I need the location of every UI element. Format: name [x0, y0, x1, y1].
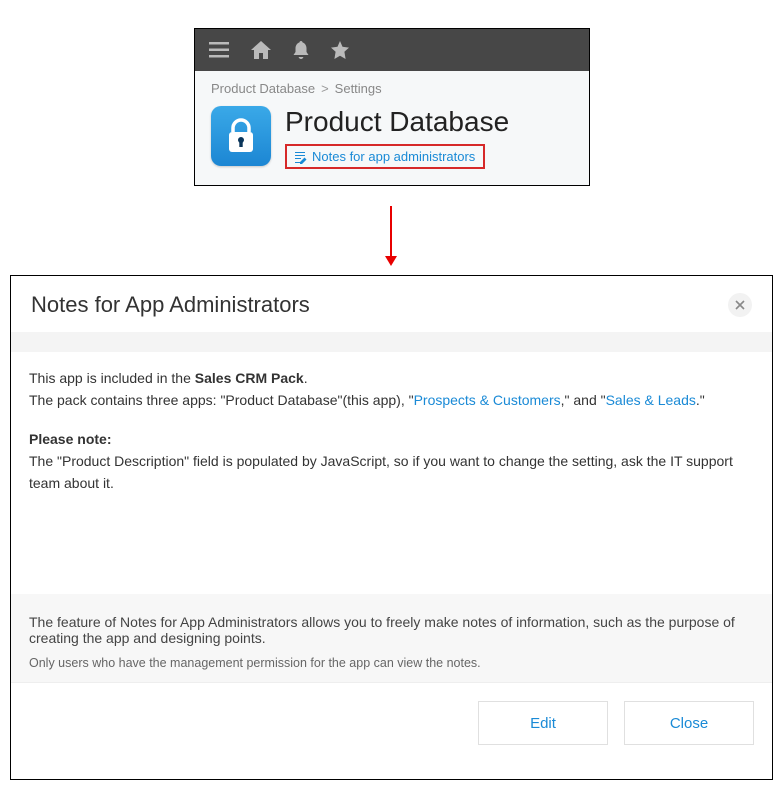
modal-footer-info: The feature of Notes for App Administrat… [11, 594, 772, 682]
settings-header-panel: Product Database > Settings Product Data… [194, 28, 590, 186]
modal-title: Notes for App Administrators [31, 292, 310, 318]
modal-actions: Edit Close [11, 682, 772, 763]
body-text: The pack contains three apps: "Product D… [29, 392, 414, 408]
bell-icon[interactable] [293, 41, 309, 59]
close-button[interactable]: Close [624, 701, 754, 745]
sales-leads-link[interactable]: Sales & Leads [606, 392, 696, 408]
menu-icon[interactable] [209, 42, 229, 58]
please-note-label: Please note: [29, 429, 754, 451]
close-icon[interactable] [728, 293, 752, 317]
home-icon[interactable] [251, 41, 271, 59]
footer-permission-note: Only users who have the management permi… [29, 656, 754, 670]
body-text: This app is included in the [29, 370, 195, 386]
modal-header: Notes for App Administrators [11, 276, 772, 332]
top-toolbar [195, 29, 589, 71]
modal-body: This app is included in the Sales CRM Pa… [11, 352, 772, 594]
body-text: ." [696, 392, 705, 408]
body-text: . [304, 370, 308, 386]
notes-modal: Notes for App Administrators This app is… [10, 275, 773, 780]
breadcrumb-item[interactable]: Settings [335, 81, 382, 96]
star-icon[interactable] [331, 41, 349, 59]
body-text-bold: Sales CRM Pack [195, 370, 304, 386]
body-text: ," and " [561, 392, 606, 408]
edit-button[interactable]: Edit [478, 701, 608, 745]
prospects-link[interactable]: Prospects & Customers [414, 392, 561, 408]
notes-link-highlight: Notes for app administrators [285, 144, 485, 169]
header-body: Product Database > Settings Product Data… [195, 71, 589, 185]
callout-arrow [390, 206, 392, 266]
please-note-body: The "Product Description" field is popul… [29, 451, 754, 494]
page-title: Product Database [285, 106, 509, 138]
footer-description: The feature of Notes for App Administrat… [29, 614, 754, 646]
app-icon [211, 106, 271, 166]
notes-for-admins-link[interactable]: Notes for app administrators [312, 149, 475, 164]
title-row: Product Database Notes for app administr… [211, 106, 573, 169]
breadcrumb-separator: > [321, 81, 329, 96]
edit-note-icon [293, 150, 307, 164]
breadcrumb-item[interactable]: Product Database [211, 81, 315, 96]
breadcrumb: Product Database > Settings [211, 81, 573, 96]
modal-divider [11, 332, 772, 352]
